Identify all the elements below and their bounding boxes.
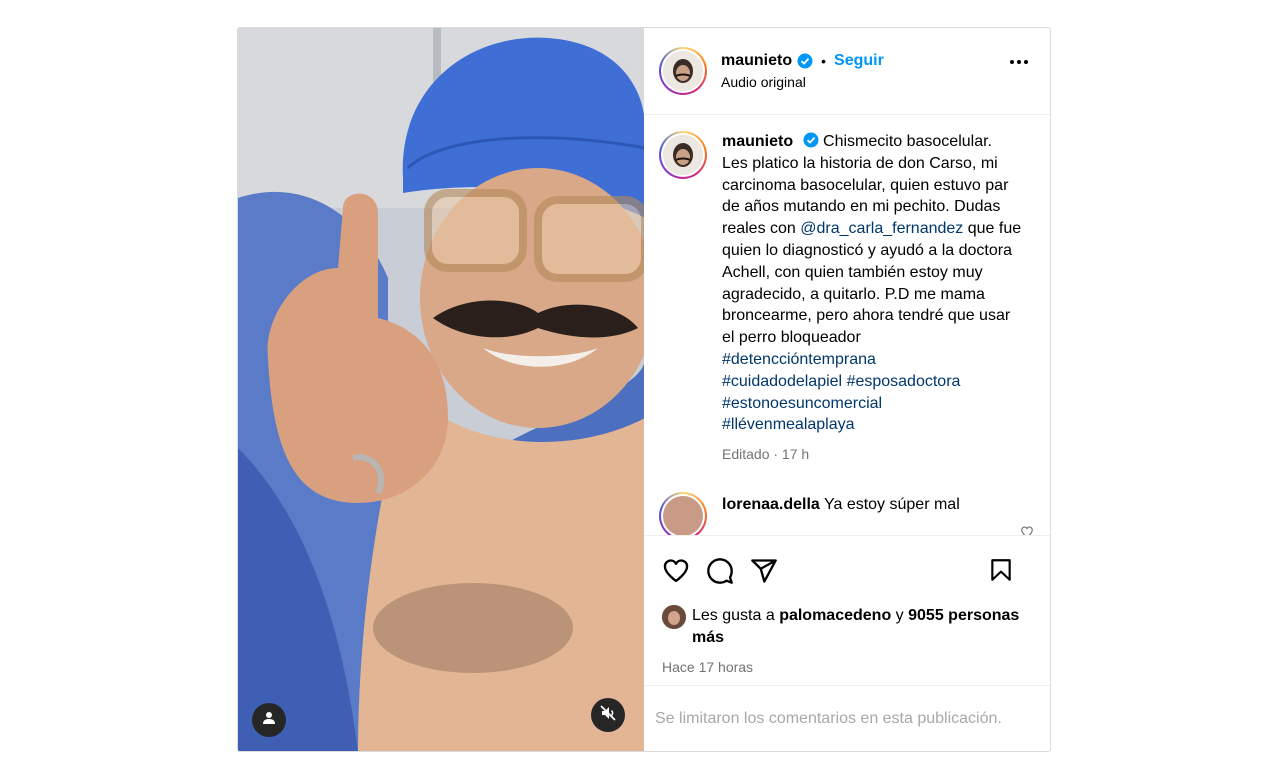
caption-avatar-image	[663, 135, 703, 175]
avatar-border	[661, 133, 705, 177]
author-avatar-image	[663, 51, 703, 91]
post-card: maunieto • Seguir Audio original mauniet…	[237, 27, 1051, 752]
comment-item: lorenaa.della Ya estoy súper mal	[659, 491, 1035, 535]
likes-row: Les gusta a palomacedeno y 9055 personas…	[662, 605, 1032, 649]
caption-author-avatar[interactable]	[659, 131, 707, 179]
post-video[interactable]	[238, 28, 644, 751]
comment-icon[interactable]	[706, 557, 734, 585]
commenter-avatar[interactable]	[659, 491, 707, 535]
comment-body: Ya estoy súper mal	[823, 495, 960, 513]
comments-section: maunieto Chismecito basocelular. Les pla…	[644, 115, 1050, 535]
caption-text-continued: que fue quien lo diagnosticó y ayudó a l…	[722, 220, 1022, 347]
follow-button[interactable]: Seguir	[834, 52, 884, 70]
hashtag[interactable]: #cuidadodelapiel	[722, 373, 842, 390]
commenter-username[interactable]: lorenaa.della	[722, 496, 820, 513]
likes-connector: y	[895, 607, 904, 624]
post-video-frame	[238, 28, 644, 751]
comment-like-heart-icon[interactable]	[1020, 525, 1034, 535]
avatar-border	[661, 493, 705, 535]
hashtag[interactable]: #detenccióntemprana	[722, 351, 876, 368]
post-time[interactable]: Hace 17 horas	[662, 659, 1032, 675]
caption-body: maunieto Chismecito basocelular. Les pla…	[722, 131, 1022, 466]
separator-dot: •	[821, 53, 827, 69]
muted-speaker-icon	[599, 704, 617, 727]
bookmark-icon[interactable]	[988, 556, 1014, 584]
hashtag[interactable]: #estonoesuncomercial	[722, 395, 882, 412]
post-actions	[644, 535, 1050, 605]
caption-mention[interactable]: @dra_carla_fernandez	[800, 220, 963, 237]
hashtag[interactable]: #esposadoctora	[847, 373, 961, 390]
caption-meta: Editado · 17 h	[722, 446, 810, 463]
verified-badge-icon	[803, 132, 819, 148]
post-side-panel: maunieto • Seguir Audio original mauniet…	[644, 28, 1050, 751]
verified-badge-icon	[797, 53, 813, 69]
tagged-users-button[interactable]	[252, 703, 286, 737]
heart-icon[interactable]	[662, 557, 690, 585]
mute-toggle-button[interactable]	[591, 698, 625, 732]
more-options-icon[interactable]	[1010, 60, 1028, 64]
share-icon[interactable]	[750, 557, 778, 585]
author-avatar[interactable]	[659, 47, 707, 95]
comment-text: lorenaa.della Ya estoy súper mal	[722, 496, 960, 514]
commenter-avatar-image	[663, 495, 703, 535]
header-row: maunieto • Seguir	[721, 52, 884, 70]
liker-username[interactable]: palomacedeno	[779, 607, 891, 624]
post-header: maunieto • Seguir Audio original	[644, 28, 1050, 115]
likes-prefix: Les gusta a	[692, 607, 775, 624]
avatar-border	[661, 49, 705, 93]
comments-limited-notice: Se limitaron los comentarios en esta pub…	[644, 685, 1050, 751]
user-tag-icon	[262, 711, 276, 730]
header-text: maunieto • Seguir Audio original	[721, 52, 884, 90]
liker-avatar[interactable]	[662, 605, 686, 629]
hashtag[interactable]: #llévenmealaplaya	[722, 416, 855, 433]
author-username[interactable]: maunieto	[721, 52, 792, 70]
likes-text: Les gusta a palomacedeno y 9055 personas…	[692, 605, 1032, 649]
audio-label[interactable]: Audio original	[721, 74, 884, 90]
caption: maunieto Chismecito basocelular. Les pla…	[659, 131, 1035, 466]
caption-username[interactable]: maunieto	[722, 133, 793, 150]
likes-section: Les gusta a palomacedeno y 9055 personas…	[644, 605, 1050, 685]
